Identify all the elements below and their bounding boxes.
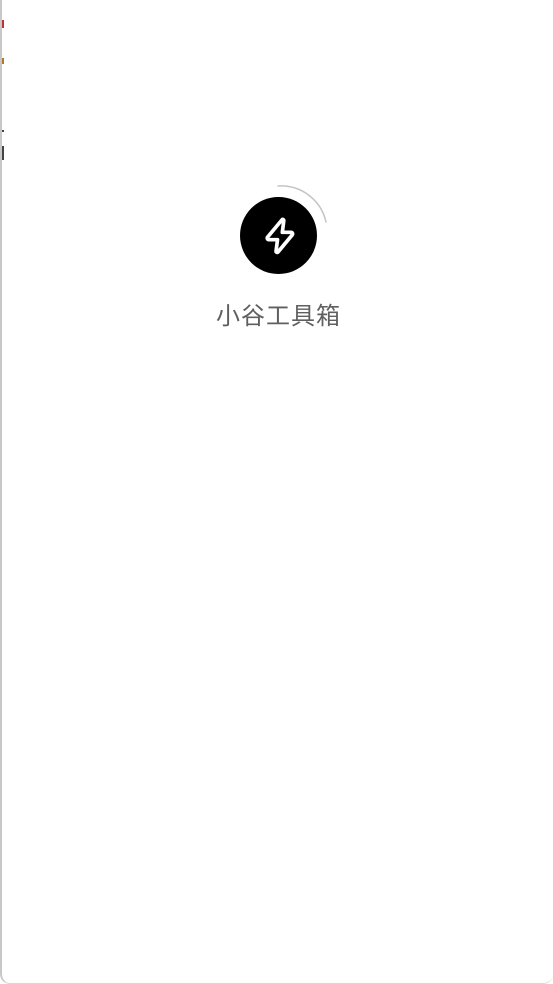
splash-screen: 小谷工具箱 — [2, 0, 553, 983]
app-logo — [232, 180, 332, 280]
app-name-label: 小谷工具箱 — [216, 302, 341, 330]
logo-circle — [240, 197, 317, 274]
lightning-bolt-icon — [264, 217, 294, 254]
app-window: 小谷工具箱 — [0, 0, 553, 984]
